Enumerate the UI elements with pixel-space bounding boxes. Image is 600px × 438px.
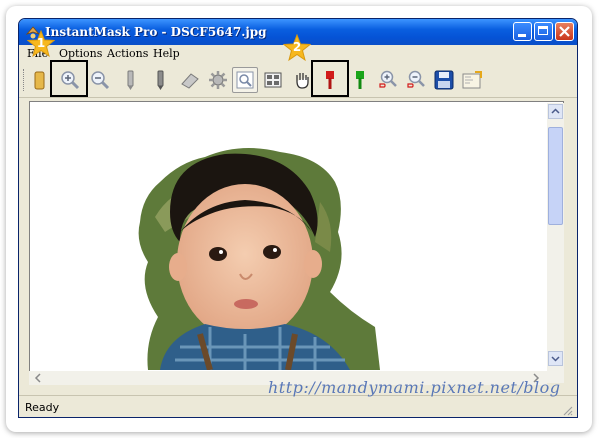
brush-zoom-out-button[interactable] <box>403 67 429 93</box>
minimize-button[interactable] <box>513 22 532 41</box>
close-button[interactable] <box>555 22 574 41</box>
window-title: InstantMask Pro - DSCF5647.jpg <box>45 25 267 39</box>
status-bar: Ready <box>19 395 577 417</box>
blog-watermark: http://mandymami.pixnet.net/blog <box>268 378 561 397</box>
hand-pan-icon <box>296 73 309 89</box>
red-brush-highlight-box <box>311 60 349 97</box>
app-window: InstantMask Pro - DSCF5647.jpg File Opti… <box>18 18 578 418</box>
green-brush-icon <box>356 71 364 89</box>
preview-icon <box>236 71 254 89</box>
pencil-dark-button[interactable] <box>147 67 173 93</box>
callout-label-1: 1 <box>36 36 46 50</box>
export-button[interactable] <box>459 67 485 93</box>
save-button[interactable] <box>431 67 457 93</box>
scroll-down-button[interactable] <box>548 351 563 366</box>
pencil-dark-icon <box>157 70 164 90</box>
menu-actions[interactable]: Actions <box>107 47 148 60</box>
pencil-light-button[interactable] <box>117 67 143 93</box>
save-disk-icon <box>434 70 454 90</box>
menu-help[interactable]: Help <box>153 47 180 60</box>
export-icon <box>462 71 482 89</box>
callout-label-2: 2 <box>292 40 302 54</box>
chevron-down-icon <box>551 356 560 362</box>
settings-button[interactable] <box>205 67 231 93</box>
grid-view-button[interactable] <box>260 67 286 93</box>
green-brush-button[interactable] <box>347 67 373 93</box>
scroll-up-button[interactable] <box>548 104 563 119</box>
preview-button[interactable] <box>232 67 258 93</box>
zoom-out-button[interactable] <box>87 67 113 93</box>
grid-view-icon <box>264 72 282 88</box>
maximize-button[interactable] <box>534 22 553 41</box>
brush-zoom-out-icon <box>407 70 425 88</box>
vertical-scroll-thumb[interactable] <box>548 127 563 225</box>
vertical-scrollbar[interactable] <box>547 103 564 383</box>
open-folder-icon <box>34 71 45 90</box>
eraser-button[interactable] <box>177 67 203 93</box>
image-canvas[interactable] <box>29 101 564 383</box>
status-text: Ready <box>25 401 60 414</box>
gear-icon <box>209 71 227 89</box>
callout-star-2: 2 <box>282 33 312 62</box>
chevron-left-icon <box>34 373 41 383</box>
chevron-up-icon <box>551 108 560 114</box>
resize-grip-icon[interactable] <box>561 404 573 416</box>
masked-photo <box>138 148 380 370</box>
callout-star-1: 1 <box>26 29 56 58</box>
brush-zoom-in-icon <box>379 70 397 88</box>
close-icon <box>559 26 570 37</box>
eraser-icon <box>181 73 199 89</box>
scroll-left-button[interactable] <box>31 371 45 385</box>
menu-options[interactable]: Options <box>59 47 102 60</box>
zoom-out-icon <box>91 71 110 90</box>
toolbar <box>19 63 577 98</box>
zoom-in-highlight-box <box>50 60 88 97</box>
pencil-gray-icon <box>127 70 134 90</box>
brush-zoom-in-button[interactable] <box>375 67 401 93</box>
